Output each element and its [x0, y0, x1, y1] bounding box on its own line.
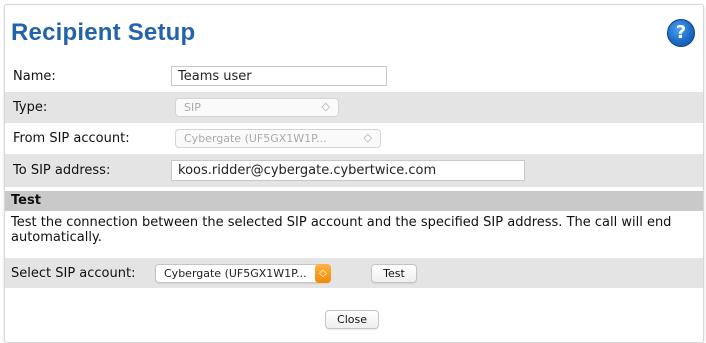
from-sip-select[interactable]: Cybergate (UF5GX1W1P... ◇ — [175, 129, 381, 148]
test-row: Select SIP account: Cybergate (UF5GX1W1P… — [5, 258, 703, 288]
name-input[interactable]: Teams user — [171, 66, 387, 86]
name-row: Name: Teams user — [5, 61, 703, 92]
chevron-updown-icon: ◇ — [315, 264, 331, 283]
type-select-value: SIP — [184, 101, 201, 114]
test-section-title: Test — [11, 193, 41, 208]
from-sip-row: From SIP account: Cybergate (UF5GX1W1P..… — [5, 123, 703, 154]
test-sip-select-value: Cybergate (UF5GX1W1P... — [164, 267, 307, 280]
type-select[interactable]: SIP ◇ — [175, 98, 339, 117]
test-button[interactable]: Test — [371, 264, 417, 283]
type-row: Type: SIP ◇ — [5, 92, 703, 123]
from-sip-select-value: Cybergate (UF5GX1W1P... — [184, 132, 327, 145]
test-sip-select[interactable]: Cybergate (UF5GX1W1P... ◇ — [155, 264, 331, 283]
from-sip-label: From SIP account: — [13, 131, 130, 146]
close-button[interactable]: Close — [325, 310, 379, 329]
select-sip-label: Select SIP account: — [11, 266, 136, 281]
to-sip-label: To SIP address: — [13, 163, 111, 178]
dialog-title: Recipient Setup — [11, 19, 196, 46]
test-description: Test the connection between the selected… — [11, 215, 672, 245]
help-icon[interactable]: ? — [667, 19, 695, 47]
type-label: Type: — [13, 100, 48, 115]
name-label: Name: — [13, 69, 56, 84]
to-sip-row: To SIP address: koos.ridder@cybergate.cy… — [5, 154, 703, 187]
test-section-header: Test — [5, 191, 703, 211]
chevron-updown-icon: ◇ — [321, 100, 330, 113]
recipient-setup-dialog: Recipient Setup ? Name: Teams user Type:… — [4, 4, 704, 343]
to-sip-input[interactable]: koos.ridder@cybergate.cybertwice.com — [171, 160, 525, 181]
chevron-updown-icon: ◇ — [363, 131, 372, 144]
